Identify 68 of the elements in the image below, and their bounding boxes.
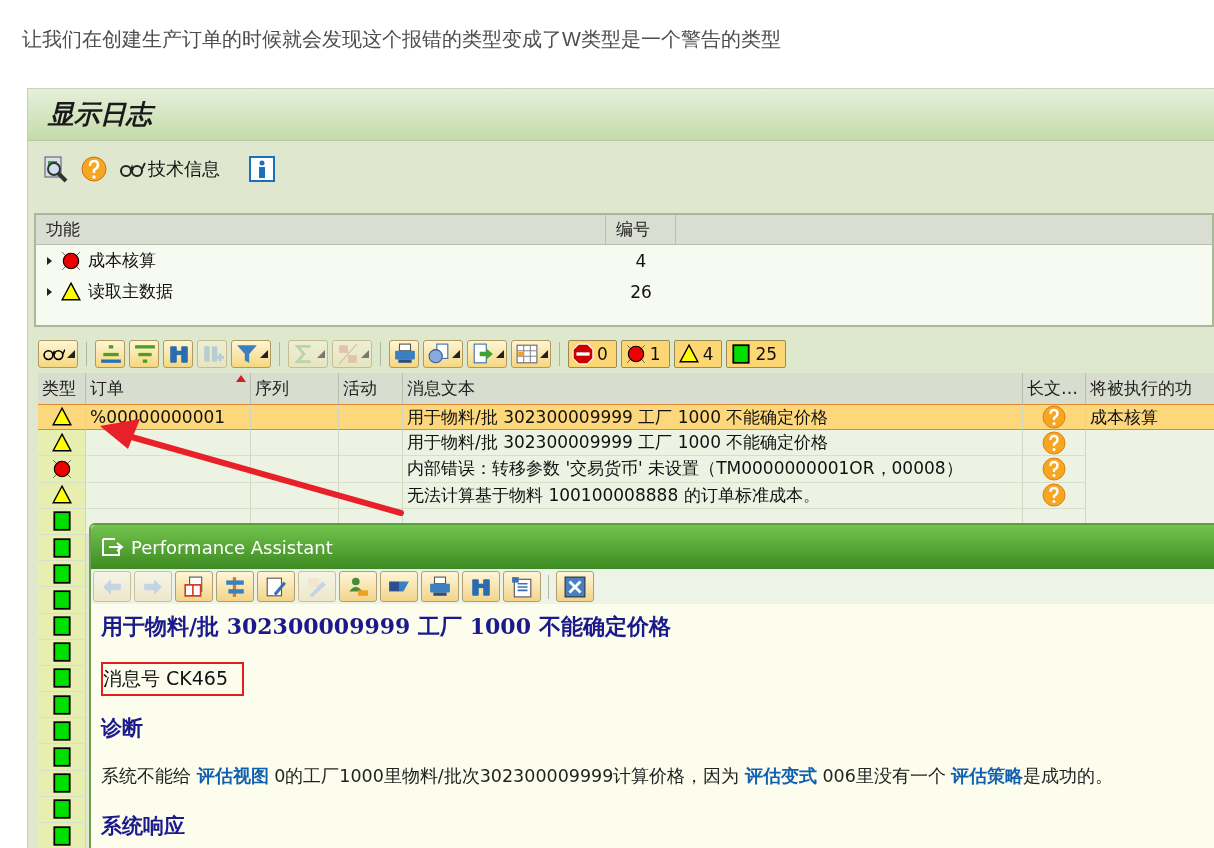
technical-info-button[interactable]: 技术信息 — [118, 154, 220, 183]
message-number: 消息号 CK465 — [103, 667, 229, 689]
message-heading: 用于物料/批 302300009999 工厂 1000 不能确定价格 — [101, 612, 672, 641]
count-cell-text: 4 — [634, 250, 648, 271]
window-title: Performance Assistant — [131, 536, 333, 558]
count-cell-text: 26 — [629, 281, 653, 302]
toolbar-button[interactable] — [421, 571, 459, 602]
dropdown-icon — [67, 349, 75, 358]
dropdown-icon — [260, 349, 268, 358]
help-icon[interactable] — [1041, 404, 1067, 431]
column-header: 编号 — [606, 215, 676, 244]
document-list-icon — [511, 575, 533, 598]
table-cell — [339, 430, 403, 457]
toolbar-button[interactable] — [556, 571, 594, 602]
search-icon[interactable] — [42, 154, 70, 183]
tools-icon — [224, 575, 246, 598]
dropdown-icon — [540, 349, 548, 358]
dropdown-icon — [496, 349, 504, 358]
dropdown-icon — [317, 349, 325, 358]
printer-icon — [394, 342, 416, 365]
help-icon[interactable] — [1041, 429, 1067, 456]
toolbar-button[interactable] — [38, 339, 78, 368]
document-edit-icon — [265, 575, 287, 598]
book-icon — [183, 575, 205, 598]
section-heading: 诊断 — [101, 714, 144, 742]
toolbar-button[interactable] — [389, 339, 419, 368]
person-key-icon — [347, 575, 369, 598]
toolbar-button[interactable] — [231, 339, 271, 368]
help-icon[interactable] — [1041, 455, 1067, 482]
table-cell: 内部错误：转移参数 '交易货币' 未设置（TM0000000001OR，00008） — [403, 456, 1023, 483]
table-cell: 成本核算 — [1086, 404, 1214, 431]
table-cell: 无法计算基于物料 100100008888 的订单标准成本。 — [403, 482, 1023, 509]
toolbar-button[interactable] — [380, 571, 418, 602]
help-icon[interactable] — [80, 154, 108, 183]
bars-icon — [100, 342, 122, 365]
subtotal-icon — [337, 342, 359, 365]
status-filter-button[interactable]: 1 — [620, 339, 670, 368]
tree-item-label[interactable]: 读取主数据 — [88, 280, 173, 303]
close-icon — [564, 575, 586, 598]
status-filter-button[interactable]: 0 — [568, 339, 617, 368]
dropdown-icon — [361, 349, 369, 358]
table-layout-icon — [516, 342, 538, 365]
toolbar-button[interactable] — [467, 339, 507, 368]
toolbar-button[interactable] — [511, 339, 551, 368]
pencil-icon — [306, 575, 328, 598]
expand-arrow-icon[interactable] — [44, 255, 54, 266]
table-cell: 用于物料/批 302300009999 工厂 1000 不能确定价格 — [403, 430, 1023, 457]
table-cell — [339, 404, 403, 431]
expand-arrow-icon[interactable] — [44, 286, 54, 297]
section-heading: 系统响应 — [101, 812, 186, 840]
bars-icon — [134, 342, 156, 365]
dropdown-icon — [452, 349, 460, 358]
info-icon[interactable] — [248, 154, 276, 183]
printer-icon — [429, 575, 451, 598]
window-icon — [101, 536, 125, 558]
table-cell: 用于物料/批 302300009999 工厂 1000 不能确定价格 — [403, 404, 1023, 431]
table-cell — [339, 456, 403, 483]
status-filter-button[interactable]: 25 — [726, 339, 787, 368]
funnel-icon — [236, 342, 258, 365]
column-header: 功能 — [36, 215, 606, 244]
document-view-icon — [428, 342, 450, 365]
tree-item-label[interactable]: 成本核算 — [88, 249, 156, 272]
status-filter-button[interactable]: 4 — [673, 339, 723, 368]
toolbar-button[interactable] — [423, 339, 463, 368]
intro-text: 让我们在创建生产订单的时候就会发现这个报错的类型变成了W类型是一个警告的类型 — [21, 27, 782, 52]
document-export-icon — [472, 342, 494, 365]
diagnosis-text: 系统不能给 评估视图 0的工厂1000里物料/批次302300009999计算价格，因为 评估变式 006里没有一个 评估策略是成功的。 — [101, 765, 1115, 788]
help-icon[interactable] — [1041, 482, 1067, 509]
